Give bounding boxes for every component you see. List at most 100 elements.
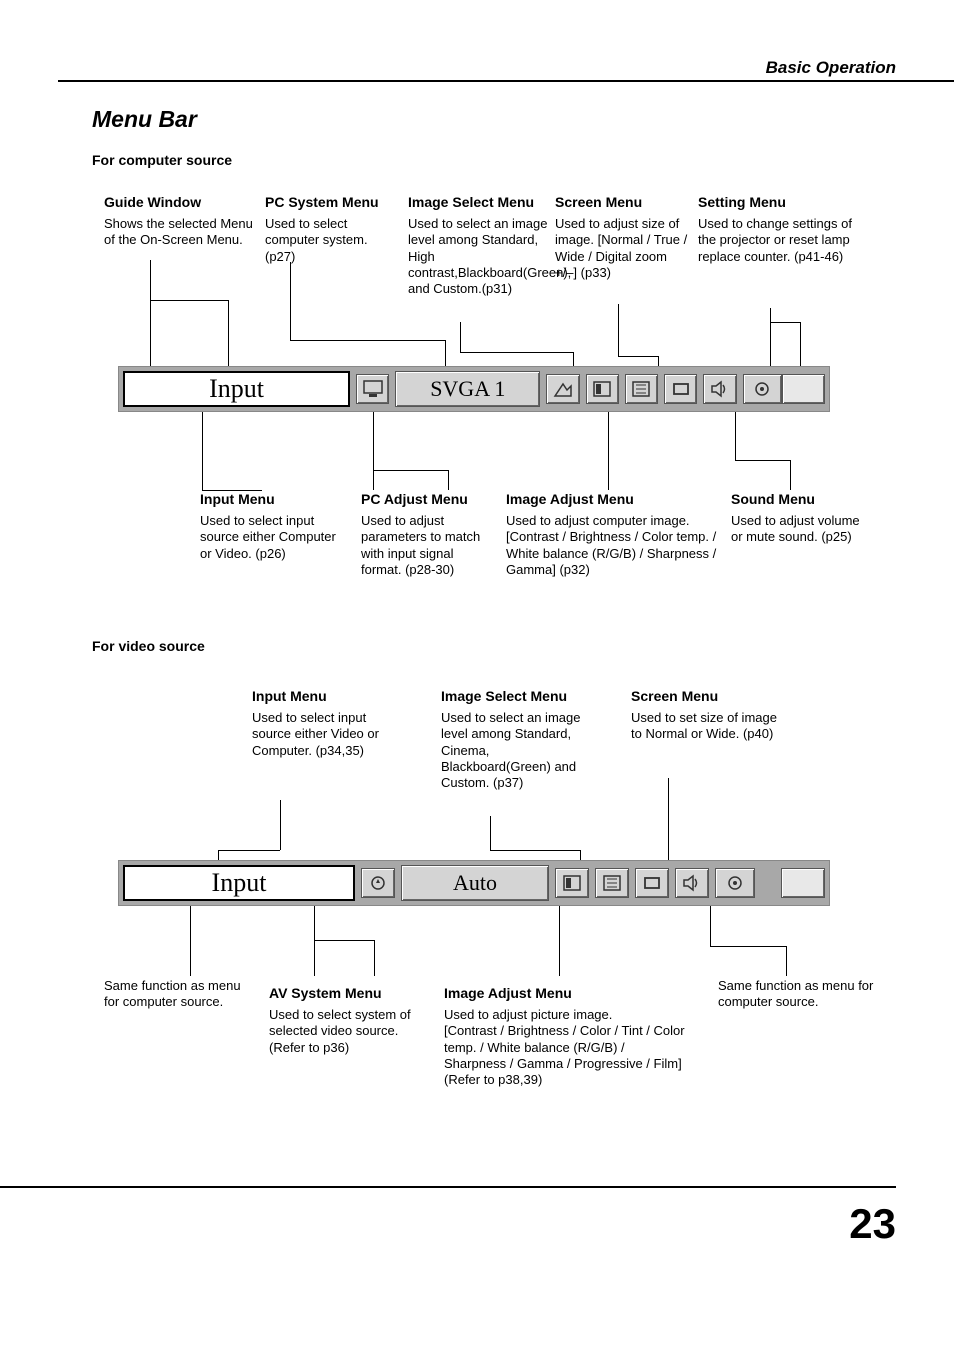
leader [290, 340, 445, 341]
page-title: Menu Bar [92, 106, 197, 133]
leader [460, 352, 573, 353]
callout-body: Used to adjust size of image. [Normal / … [555, 216, 690, 281]
callout-body: Used to select an image level among Stan… [441, 710, 591, 791]
callout-pc-adjust: PC Adjust Menu Used to adjust parameters… [361, 491, 491, 578]
page-number: 23 [849, 1200, 896, 1248]
leader [490, 816, 491, 850]
menubar-computer: Input SVGA 1 [118, 366, 830, 412]
menubar-video: Input Auto [118, 860, 830, 906]
callout-v-image-adjust: Image Adjust Menu Used to adjust picture… [444, 985, 690, 1088]
callout-body: Used to select input source either Video… [252, 710, 392, 759]
callout-body: Used to set size of image to Normal or W… [631, 710, 781, 743]
callout-title: PC Adjust Menu [361, 491, 491, 507]
leader [710, 906, 711, 946]
callout-av-system: AV System Menu Used to select system of … [269, 985, 419, 1056]
callout-title: Image Adjust Menu [506, 491, 721, 507]
leader [559, 906, 560, 976]
callout-v-input: Input Menu Used to select input source e… [252, 688, 392, 759]
callout-title: Image Select Menu [408, 194, 548, 210]
leader [190, 906, 191, 976]
leader [290, 262, 291, 340]
leader [314, 906, 315, 976]
av-system-icon [361, 868, 395, 898]
leader [618, 356, 658, 357]
leader [786, 946, 787, 976]
image-select-icon [595, 868, 629, 898]
menu-guide-window: Input [123, 865, 355, 901]
heading-video-source: For video source [92, 638, 205, 654]
leader [202, 412, 203, 490]
leader [770, 322, 800, 323]
callout-body: Used to select an image level among Stan… [408, 216, 548, 297]
callout-title: Setting Menu [698, 194, 873, 210]
screen-icon [635, 868, 669, 898]
leader [668, 778, 669, 860]
callout-body: Used to select computer system. (p27) [265, 216, 395, 265]
leader [150, 260, 151, 366]
callout-title: AV System Menu [269, 985, 419, 1001]
callout-title: Screen Menu [555, 194, 690, 210]
image-adjust-icon [555, 868, 589, 898]
leader [448, 470, 449, 490]
callout-title: Sound Menu [731, 491, 861, 507]
callout-body: Used to select input source either Compu… [200, 513, 340, 562]
leader [150, 300, 228, 301]
leader [618, 304, 619, 356]
callout-same-left: Same function as menu for computer sourc… [104, 978, 254, 1011]
leader [658, 356, 659, 366]
pc-adjust-icon2 [625, 374, 658, 404]
leader [374, 940, 375, 976]
callout-sound-menu: Sound Menu Used to adjust volume or mute… [731, 491, 861, 546]
leader [735, 460, 790, 461]
callout-body: Used to adjust parameters to match with … [361, 513, 491, 578]
leader [228, 300, 229, 366]
leader [573, 352, 574, 366]
callout-title: Screen Menu [631, 688, 781, 704]
callout-title: Guide Window [104, 194, 254, 210]
callout-setting-menu: Setting Menu Used to change settings of … [698, 194, 873, 265]
leader [373, 470, 448, 471]
callout-pc-system: PC System Menu Used to select computer s… [265, 194, 395, 265]
leader [710, 946, 786, 947]
leader [490, 850, 580, 851]
callout-body: Used to adjust picture image. [Contrast … [444, 1007, 690, 1088]
setting-icon [715, 868, 755, 898]
sound-icon [703, 374, 736, 404]
leader [445, 340, 446, 366]
callout-body: Used to change settings of the projector… [698, 216, 873, 265]
callout-body: Used to select system of selected video … [269, 1007, 419, 1056]
callout-same-right: Same function as menu for computer sourc… [718, 978, 888, 1011]
callout-image-select: Image Select Menu Used to select an imag… [408, 194, 548, 297]
callout-v-image-select: Image Select Menu Used to select an imag… [441, 688, 591, 791]
callout-guide-window: Guide Window Shows the selected Menu of … [104, 194, 254, 249]
screen-icon [664, 374, 697, 404]
callout-body: Shows the selected Menu of the On-Screen… [104, 216, 254, 249]
mode-label: Auto [401, 865, 549, 901]
image-select-icon [586, 374, 619, 404]
callout-body: Used to adjust volume or mute sound. (p2… [731, 513, 861, 546]
header-rule [58, 80, 954, 82]
leader [770, 308, 771, 366]
pc-system-icon [356, 374, 389, 404]
chapter-header: Basic Operation [766, 58, 896, 78]
callout-screen-menu: Screen Menu Used to adjust size of image… [555, 194, 690, 281]
callout-title: Image Adjust Menu [444, 985, 690, 1001]
sound-icon [675, 868, 709, 898]
leader [580, 850, 581, 860]
lamp-icon [781, 868, 825, 898]
leader [460, 322, 461, 352]
callout-body: Used to adjust computer image. [Contrast… [506, 513, 721, 578]
callout-v-screen: Screen Menu Used to set size of image to… [631, 688, 781, 743]
leader [314, 940, 374, 941]
leader [735, 412, 736, 460]
callout-title: Input Menu [252, 688, 392, 704]
leader [373, 412, 374, 490]
menu-guide-window: Input [123, 371, 350, 407]
callout-image-adjust: Image Adjust Menu Used to adjust compute… [506, 491, 721, 578]
leader [218, 850, 219, 860]
heading-computer-source: For computer source [92, 152, 232, 168]
setting-icon [743, 374, 782, 404]
leader [800, 322, 801, 366]
leader [218, 850, 280, 851]
callout-title: Image Select Menu [441, 688, 591, 704]
